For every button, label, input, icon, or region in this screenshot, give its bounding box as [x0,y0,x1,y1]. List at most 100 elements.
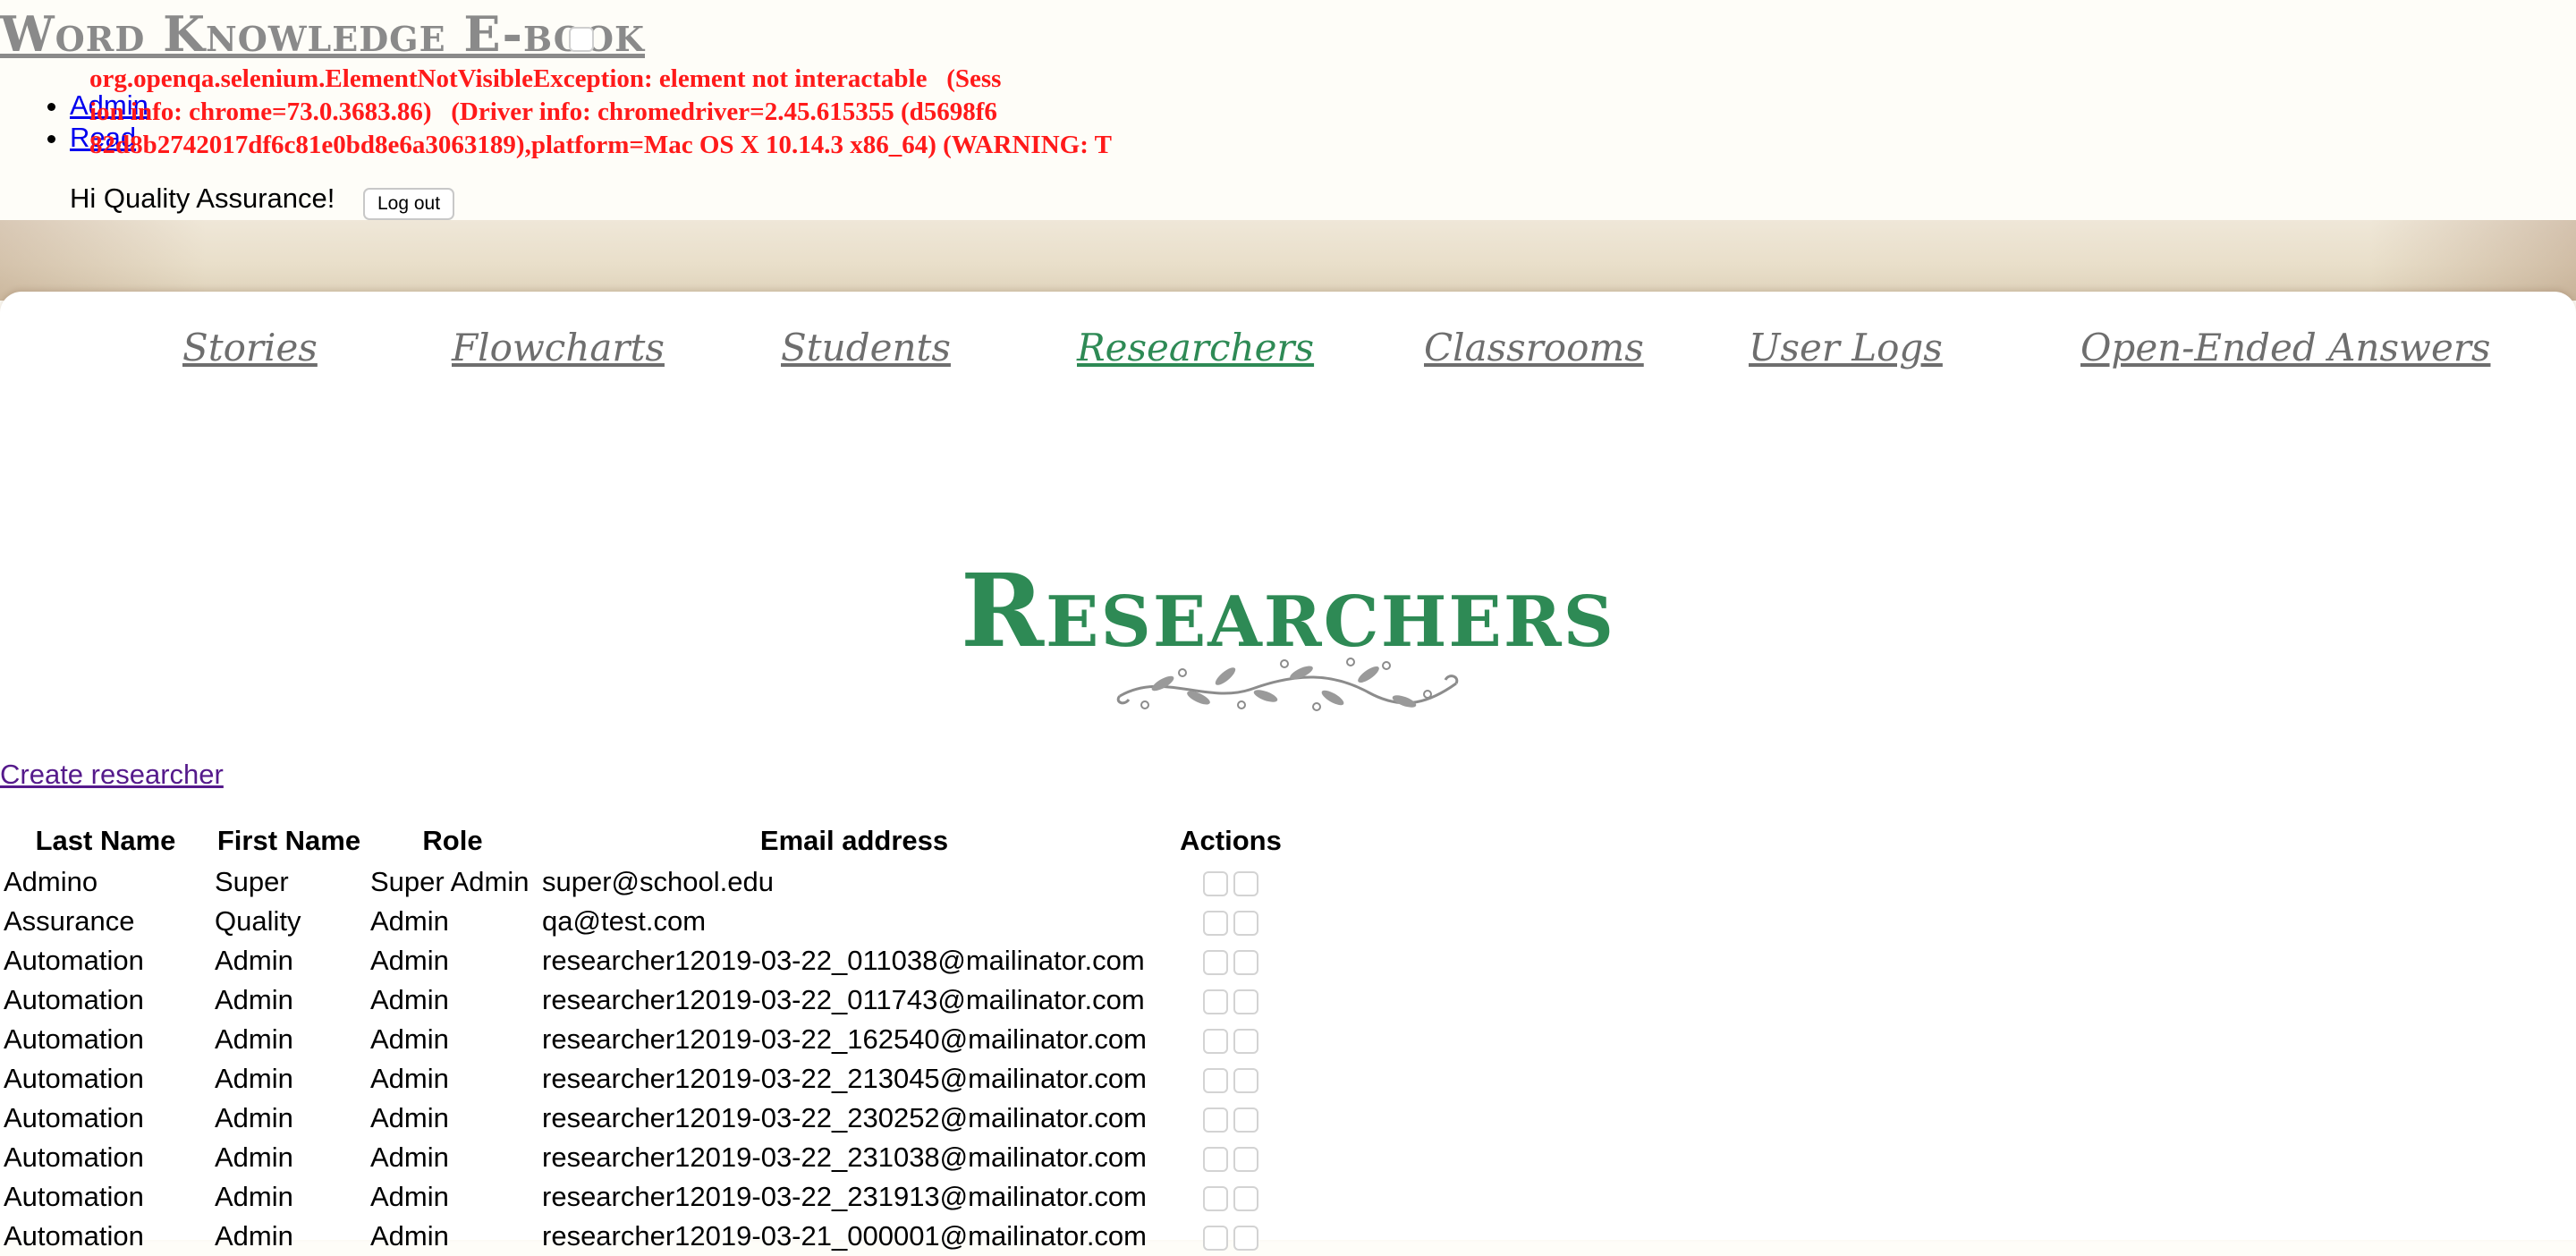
delete-button[interactable] [1233,1028,1258,1054]
first-name-cell: Admin [215,1102,293,1133]
delete-button[interactable] [1233,1146,1258,1172]
col-email[interactable]: Email address [538,819,1170,862]
first-name-cell: Admin [215,1181,293,1212]
role-cell: Admin [370,905,449,937]
role-cell: Admin [370,1063,449,1094]
edit-button[interactable] [1203,949,1228,975]
col-first-name[interactable]: First Name [211,819,367,862]
error-line: org.openqa.selenium.ElementNotVisibleExc… [89,64,1002,93]
delete-button[interactable] [1233,1185,1258,1211]
col-role[interactable]: Role [367,819,538,862]
edit-button[interactable] [1203,1146,1228,1172]
actions-cell [1170,1217,1292,1256]
table-row: Automation Admin Admin researcher12019-0… [0,1177,1292,1217]
edit-button[interactable] [1203,1185,1228,1211]
logout-button[interactable]: Log out [363,188,455,220]
role-cell: Admin [370,1220,449,1252]
first-name-cell: Admin [215,1023,293,1055]
table-row: Automation Admin Admin researcher12019-0… [0,980,1292,1020]
edit-button[interactable] [1203,1028,1228,1054]
email-cell: researcher12019-03-22_011038@mailinator.… [542,945,1145,976]
role-cell: Admin [370,1181,449,1212]
user-greeting: Hi Quality Assurance! [70,182,335,214]
last-name-cell: Automation [4,1141,144,1173]
last-name-cell: Automation [4,1063,144,1094]
delete-button[interactable] [1233,989,1258,1014]
first-name-cell: Admin [215,984,293,1015]
first-name-cell: Admin [215,1141,293,1173]
email-cell: researcher12019-03-21_000001@mailinator.… [542,1220,1147,1252]
nav-user-logs[interactable]: User Logs [1749,326,1943,369]
error-line: 82d8b2742017df6c81e0bd8e6a3063189),platf… [89,131,1112,159]
edit-button[interactable] [1203,989,1228,1014]
actions-cell [1170,1020,1292,1059]
email-cell: researcher12019-03-22_162540@mailinator.… [542,1023,1147,1055]
role-cell: Admin [370,945,449,976]
first-name-cell: Super [215,866,289,897]
delete-button[interactable] [1233,1067,1258,1093]
header-checkbox[interactable] [569,27,594,52]
delete-button[interactable] [1233,949,1258,975]
nav-researchers[interactable]: Researchers [1077,326,1314,369]
actions-cell [1170,1177,1292,1217]
error-line: ion info: chrome=73.0.3683.86) (Driver i… [89,98,997,126]
nav-classrooms[interactable]: Classrooms [1424,326,1644,369]
role-cell: Super Admin [370,866,530,897]
researchers-table: Last Name First Name Role Email address … [0,819,1292,1256]
edit-button[interactable] [1203,1067,1228,1093]
last-name-cell: Admino [4,866,98,897]
actions-cell [1170,1059,1292,1099]
table-header-row: Last Name First Name Role Email address … [0,819,1292,862]
email-cell: super@school.edu [542,866,774,897]
nav-stories[interactable]: Stories [182,326,318,369]
error-message: org.openqa.selenium.ElementNotVisibleExc… [89,63,1112,162]
last-name-cell: Automation [4,1023,144,1055]
table-row: Automation Admin Admin researcher12019-0… [0,1138,1292,1177]
actions-cell [1170,941,1292,980]
site-title[interactable]: Word Knowledge E-book [0,5,645,63]
email-cell: researcher12019-03-22_230252@mailinator.… [542,1102,1147,1133]
delete-button[interactable] [1233,1107,1258,1133]
role-cell: Admin [370,1141,449,1173]
last-name-cell: Assurance [4,905,135,937]
edit-button[interactable] [1203,870,1228,896]
last-name-cell: Automation [4,1102,144,1133]
last-name-cell: Automation [4,984,144,1015]
actions-cell [1170,902,1292,941]
table-row: Automation Admin Admin researcher12019-0… [0,1020,1292,1059]
role-cell: Admin [370,1023,449,1055]
edit-button[interactable] [1203,910,1228,936]
email-cell: researcher12019-03-22_231913@mailinator.… [542,1181,1147,1212]
edit-button[interactable] [1203,1107,1228,1133]
role-cell: Admin [370,1102,449,1133]
table-row: Automation Admin Admin researcher12019-0… [0,1059,1292,1099]
actions-cell [1170,1099,1292,1138]
delete-button[interactable] [1233,910,1258,936]
col-actions: Actions [1180,825,1282,856]
nav-students[interactable]: Students [781,326,951,369]
edit-button[interactable] [1203,1225,1228,1251]
table-row: Assurance Quality Admin qa@test.com [0,902,1292,941]
role-cell: Admin [370,984,449,1015]
last-name-cell: Automation [4,1220,144,1252]
actions-cell [1170,1138,1292,1177]
first-name-cell: Admin [215,945,293,976]
actions-cell [1170,862,1292,902]
email-cell: qa@test.com [542,905,707,937]
create-researcher-link[interactable]: Create researcher [0,759,224,791]
nav-open-ended-answers[interactable]: Open-Ended Answers [2080,326,2490,369]
delete-button[interactable] [1233,1225,1258,1251]
nav-flowcharts[interactable]: Flowcharts [452,326,665,369]
email-cell: researcher12019-03-22_231038@mailinator.… [542,1141,1147,1173]
col-last-name[interactable]: Last Name [0,819,211,862]
last-name-cell: Automation [4,1181,144,1212]
first-name-cell: Admin [215,1220,293,1252]
table-row: Automation Admin Admin researcher12019-0… [0,941,1292,980]
table-row: Automation Admin Admin researcher12019-0… [0,1099,1292,1138]
flourish-ornament [1116,658,1459,711]
first-name-cell: Quality [215,905,301,937]
actions-cell [1170,980,1292,1020]
email-cell: researcher12019-03-22_011743@mailinator.… [542,984,1145,1015]
last-name-cell: Automation [4,945,144,976]
delete-button[interactable] [1233,870,1258,896]
